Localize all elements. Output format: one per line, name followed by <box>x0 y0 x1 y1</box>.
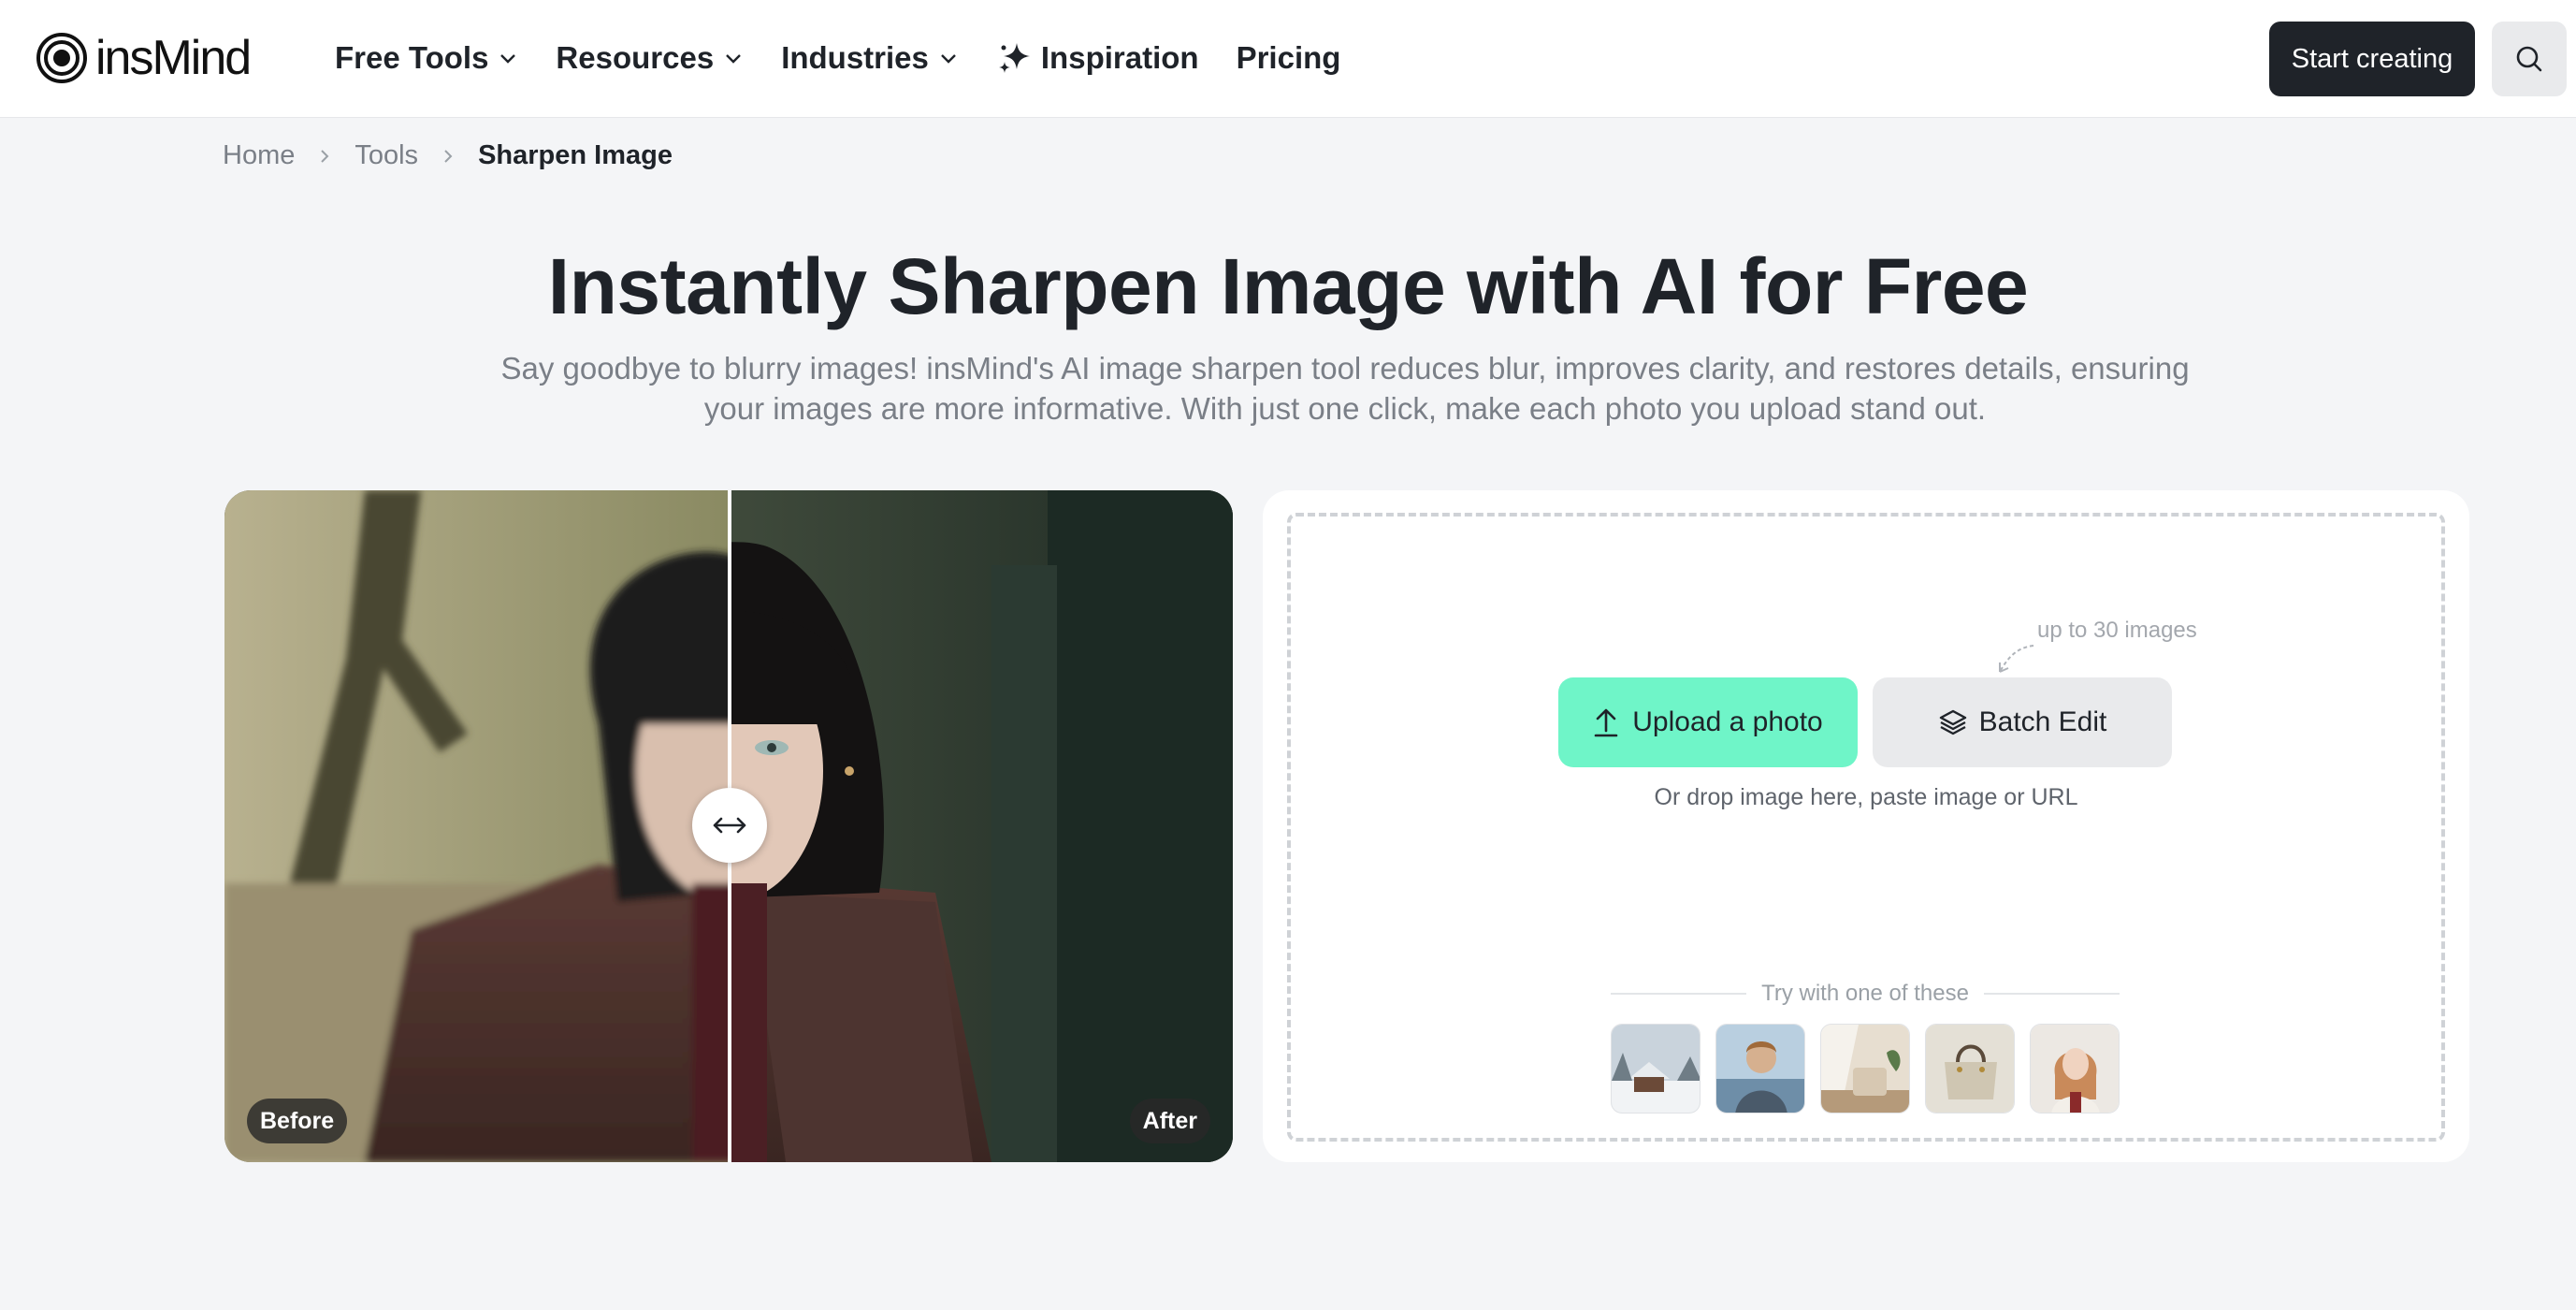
sample-man-portrait[interactable] <box>1715 1024 1805 1114</box>
drop-instructions: Or drop image here, paste image or URL <box>1654 784 2078 810</box>
upload-icon <box>1594 708 1618 737</box>
nav-label: Industries <box>781 40 929 75</box>
nav-inspiration[interactable]: Inspiration <box>996 39 1199 77</box>
nav-resources[interactable]: Resources <box>556 40 744 76</box>
layers-icon <box>1939 709 1966 735</box>
sparkle-icon <box>998 43 1030 73</box>
arrows-horizontal-icon <box>713 817 746 834</box>
batch-edit-button[interactable]: Batch Edit <box>1873 677 2172 767</box>
sample-images <box>1611 1024 2135 1114</box>
search-button[interactable] <box>2492 22 2567 96</box>
divider-line <box>1611 993 1747 995</box>
sample-interior-room[interactable] <box>1820 1024 1910 1114</box>
chevron-down-icon <box>726 54 742 64</box>
curved-arrow-icon <box>1999 645 2034 673</box>
sample-divider: Try with one of these <box>1611 981 2120 1007</box>
start-creating-button[interactable]: Start creating <box>2269 22 2475 96</box>
sample-thumbnail <box>2031 1025 2119 1113</box>
chevron-down-icon <box>500 54 516 64</box>
chevron-right-icon <box>321 149 329 163</box>
sample-thumbnail <box>1926 1025 2014 1113</box>
nav-label: Inspiration <box>1040 40 1199 75</box>
upload-photo-label: Upload a photo <box>1632 706 1823 737</box>
before-after-comparison[interactable]: Before After <box>224 490 1233 1162</box>
logo-icon <box>36 33 87 83</box>
sample-thumbnail <box>1716 1025 1804 1113</box>
chevron-down-icon <box>941 54 956 64</box>
comparison-drag-handle[interactable] <box>692 788 767 863</box>
search-icon <box>2516 46 2542 72</box>
upload-photo-button[interactable]: Upload a photo <box>1558 677 1858 767</box>
top-header: insMind Free Tools Resources Industries … <box>0 0 2576 118</box>
nav-free-tools[interactable]: Free Tools <box>335 40 518 76</box>
nav-label: Pricing <box>1236 40 1341 75</box>
logo-text: insMind <box>95 31 252 85</box>
sample-handbag[interactable] <box>1925 1024 2015 1114</box>
breadcrumb: Home Tools Sharpen Image <box>223 140 673 171</box>
chevron-right-icon <box>444 149 453 163</box>
before-label: Before <box>247 1099 348 1143</box>
nav-industries[interactable]: Industries <box>781 40 959 76</box>
sample-woman-portrait[interactable] <box>2030 1024 2120 1114</box>
batch-hint: up to 30 images <box>2037 618 2197 643</box>
sample-snowy-cabin[interactable] <box>1611 1024 1700 1114</box>
try-samples-label: Try with one of these <box>1761 981 1969 1006</box>
divider-line <box>1983 993 2120 995</box>
breadcrumb-home[interactable]: Home <box>223 140 295 171</box>
main-nav: Free Tools Resources Industries Inspirat… <box>335 36 1378 80</box>
breadcrumb-current: Sharpen Image <box>478 140 673 170</box>
page-subtitle: Say goodbye to blurry images! insMind's … <box>500 351 2190 426</box>
nav-label: Free Tools <box>335 40 489 75</box>
breadcrumb-tools[interactable]: Tools <box>355 140 418 171</box>
nav-pricing[interactable]: Pricing <box>1237 40 1341 76</box>
nav-label: Resources <box>556 40 715 75</box>
brand-logo[interactable]: insMind <box>36 30 252 86</box>
batch-edit-label: Batch Edit <box>1978 706 2107 737</box>
page-title: Instantly Sharpen Image with AI for Free <box>547 242 2029 330</box>
after-label: After <box>1129 1099 1210 1143</box>
sample-thumbnail <box>1612 1025 1700 1113</box>
sample-thumbnail <box>1821 1025 1909 1113</box>
